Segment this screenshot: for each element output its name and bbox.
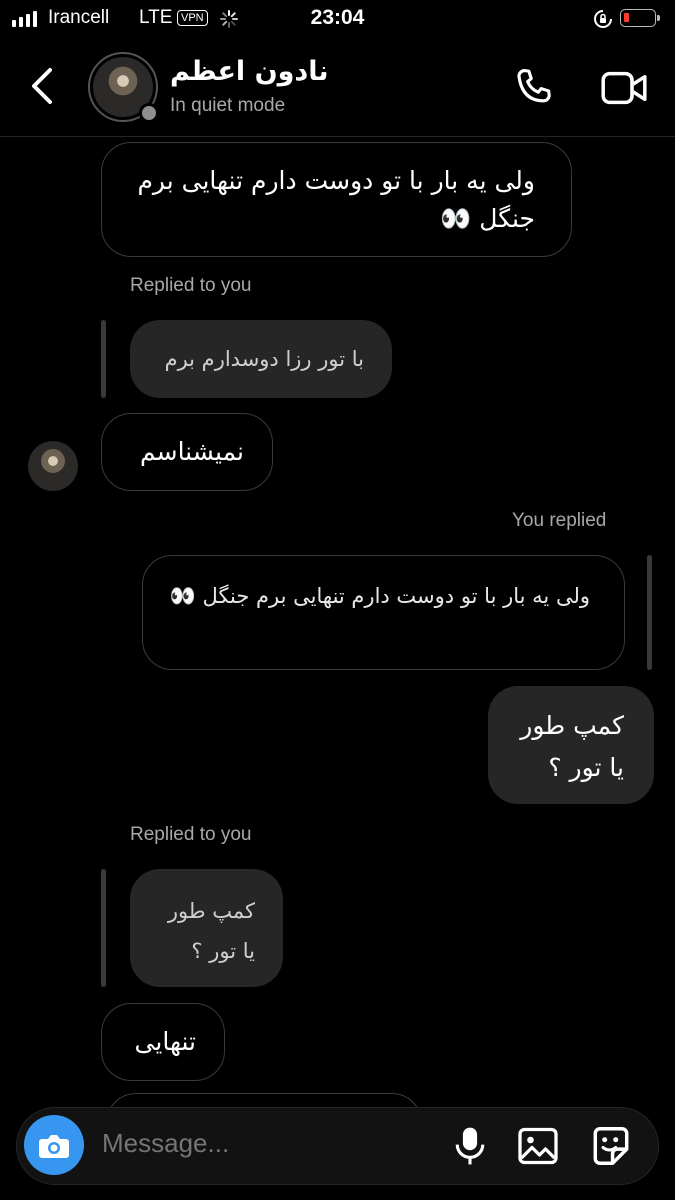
contact-name[interactable]: نادون اعظم bbox=[170, 56, 329, 87]
you-replied-label: You replied bbox=[512, 510, 607, 531]
message-text: کمپ طور یا تور ؟ bbox=[520, 711, 624, 782]
clock: 23:04 bbox=[310, 6, 365, 29]
video-camera-icon[interactable] bbox=[600, 68, 648, 108]
reply-quote-bar bbox=[647, 555, 652, 670]
phone-icon[interactable] bbox=[512, 66, 556, 110]
quoted-message[interactable]: ولی یه بار با تو دوست دارم تنهایی برم جن… bbox=[142, 555, 625, 670]
quoted-text: ولی یه بار با تو دوست دارم تنهایی برم جن… bbox=[169, 584, 590, 608]
received-message[interactable]: تنهایی bbox=[101, 1003, 225, 1081]
quoted-text: با تور رزا دوسدارم برم bbox=[164, 347, 364, 371]
camera-icon bbox=[39, 1135, 69, 1158]
microphone-icon[interactable] bbox=[453, 1124, 487, 1168]
header-divider bbox=[0, 136, 675, 137]
message-text: ولی یه بار با تو دوست دارم تنهایی برم جن… bbox=[137, 166, 535, 233]
quoted-text: کمپ طور یا تور ؟ bbox=[167, 899, 255, 963]
sent-message[interactable]: کمپ طور یا تور ؟ bbox=[488, 686, 654, 804]
reply-quote-bar bbox=[101, 320, 106, 398]
presence-indicator bbox=[139, 103, 159, 123]
quoted-message[interactable]: با تور رزا دوسدارم برم bbox=[130, 320, 392, 398]
sticker-icon[interactable] bbox=[589, 1124, 633, 1168]
contact-status: In quiet mode bbox=[170, 95, 286, 116]
received-message[interactable]: نمیشناسم bbox=[101, 413, 273, 491]
status-bar: Irancell LTE VPN 23:04 bbox=[0, 0, 675, 40]
quoted-message[interactable]: کمپ طور یا تور ؟ bbox=[130, 869, 283, 987]
chevron-left-icon[interactable] bbox=[28, 66, 58, 106]
message-text: نمیشناسم bbox=[139, 437, 244, 466]
message-text: تنهایی bbox=[134, 1027, 196, 1056]
camera-button[interactable] bbox=[24, 1115, 84, 1175]
reply-quote-bar bbox=[101, 869, 106, 987]
reply-label: Replied to you bbox=[130, 275, 252, 296]
battery-icon bbox=[620, 9, 660, 27]
message-input[interactable] bbox=[102, 1128, 422, 1159]
sender-avatar[interactable] bbox=[28, 441, 78, 491]
received-message[interactable]: ولی یه بار با تو دوست دارم تنهایی برم جن… bbox=[101, 142, 572, 257]
rotation-lock-icon bbox=[594, 10, 612, 28]
reply-label: Replied to you bbox=[130, 824, 252, 845]
gallery-icon[interactable] bbox=[517, 1126, 559, 1166]
